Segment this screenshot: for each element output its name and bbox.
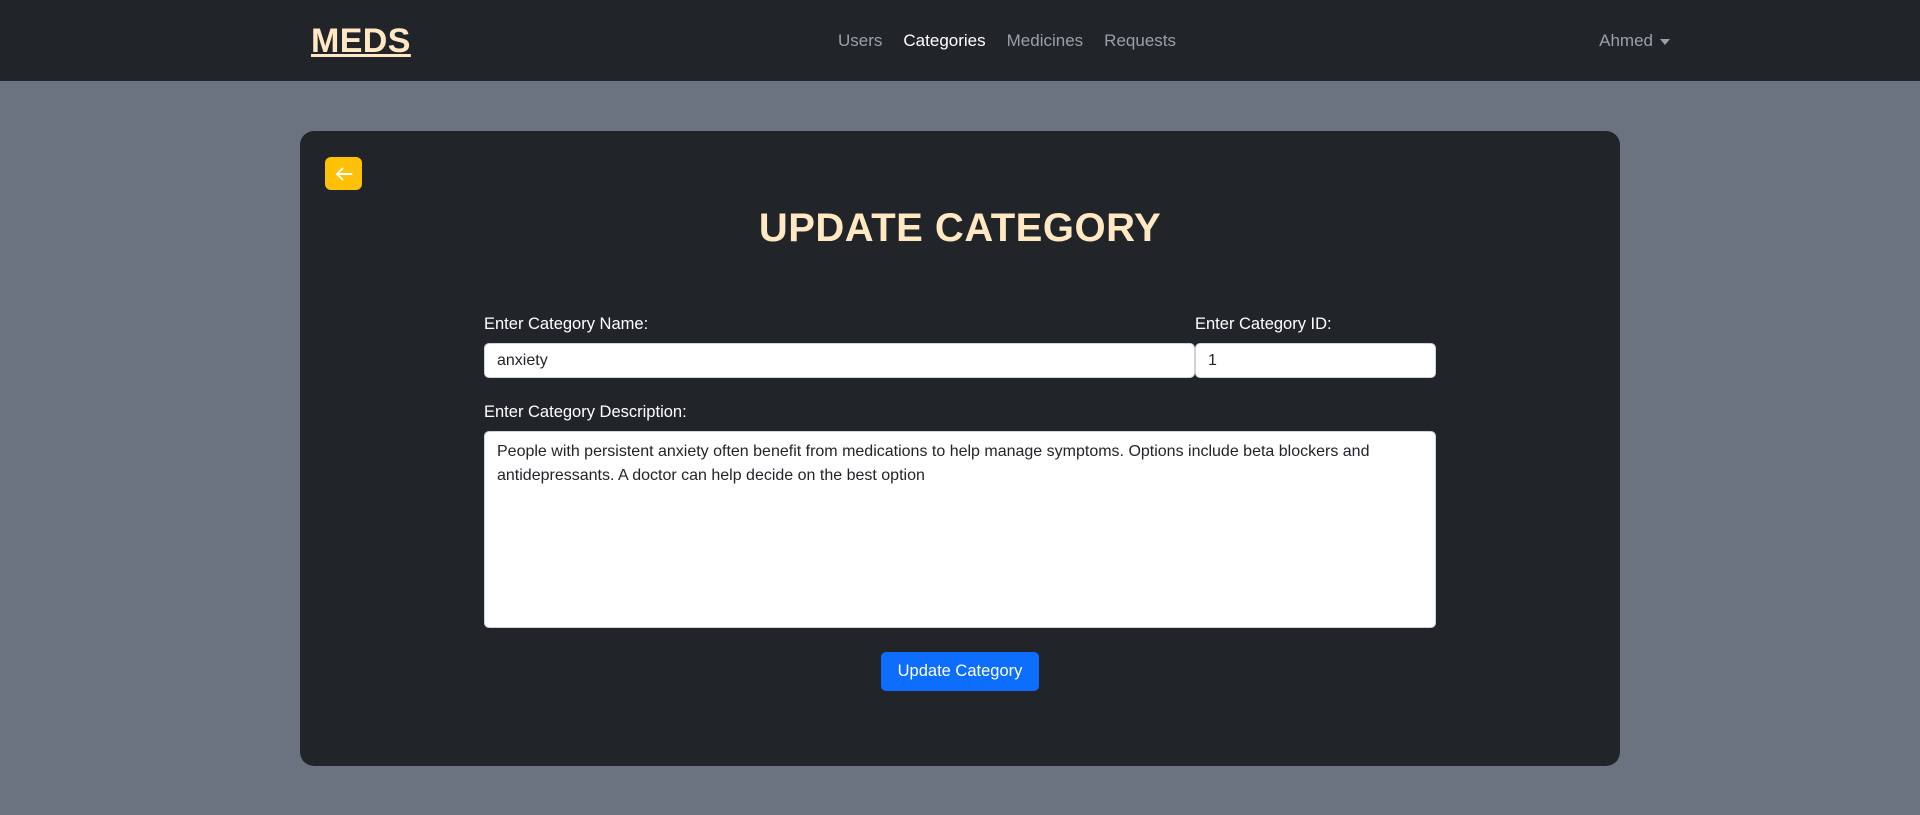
page-body: Update Category Enter Category Name: Ent… <box>0 81 1920 815</box>
nav-link-users[interactable]: Users <box>838 29 882 51</box>
top-navbar: MEDS Users Categories Medicines Requests… <box>0 0 1920 81</box>
category-description-textarea[interactable]: People with persistent anxiety often ben… <box>484 431 1436 629</box>
page-title: Update Category <box>758 206 1162 250</box>
submit-row: Update Category <box>484 652 1436 692</box>
category-id-label: Enter Category ID: <box>1195 315 1332 333</box>
field-category-name: Enter Category Name: <box>484 313 1195 379</box>
primary-navigation: Users Categories Medicines Requests <box>838 29 1176 51</box>
brand-logo[interactable]: MEDS <box>311 24 411 58</box>
chevron-down-icon <box>1660 38 1670 45</box>
update-category-button[interactable]: Update Category <box>880 652 1040 692</box>
form-row-top: Enter Category Name: Enter Category ID: <box>484 313 1436 379</box>
nav-link-categories[interactable]: Categories <box>903 29 985 51</box>
back-button[interactable] <box>325 157 362 190</box>
category-name-input[interactable] <box>484 343 1195 379</box>
arrow-left-icon <box>334 166 353 182</box>
category-name-label: Enter Category Name: <box>484 315 649 333</box>
field-category-description: Enter Category Description: People with … <box>484 401 1436 629</box>
category-description-label: Enter Category Description: <box>484 403 687 422</box>
nav-link-medicines[interactable]: Medicines <box>1007 29 1084 51</box>
update-category-form: Enter Category Name: Enter Category ID: … <box>484 313 1436 692</box>
update-category-card: Update Category Enter Category Name: Ent… <box>300 131 1620 766</box>
user-name-label: Ahmed <box>1599 30 1653 50</box>
nav-link-requests[interactable]: Requests <box>1104 29 1176 51</box>
category-id-input[interactable] <box>1195 343 1436 379</box>
field-category-id: Enter Category ID: <box>1195 313 1436 379</box>
user-dropdown[interactable]: Ahmed <box>1599 29 1670 51</box>
